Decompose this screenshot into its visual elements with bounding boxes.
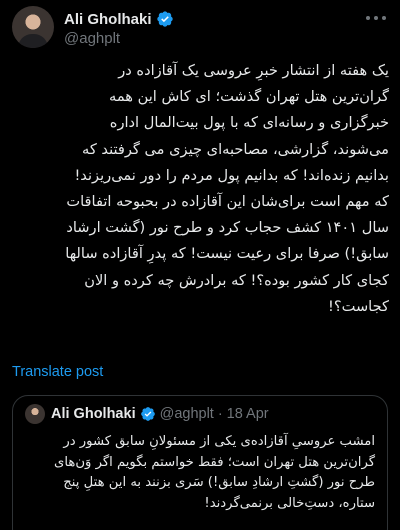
tweet-header: Ali Gholhaki @aghplt (12, 2, 388, 54)
translate-post-link[interactable]: Translate post (12, 364, 103, 380)
avatar-shirt (18, 34, 48, 48)
more-options-icon[interactable] (366, 10, 386, 26)
quoted-author-handle: @aghplt (159, 406, 214, 422)
author-avatar[interactable] (12, 6, 54, 48)
more-dot (382, 16, 386, 20)
quoted-date: 18 Apr (226, 406, 269, 422)
author-name[interactable]: Ali Gholhaki (64, 11, 152, 28)
author-handle[interactable]: @aghplt (64, 30, 120, 47)
quoted-author-avatar (25, 404, 45, 424)
tweet-text: یک هفته از انتشار خبرِ عروسی یک آقازاده … (65, 62, 389, 315)
more-dot (374, 16, 378, 20)
quoted-separator: · (217, 406, 223, 422)
quoted-tweet-header: Ali Gholhaki @aghplt · 18 Apr (25, 404, 269, 424)
quoted-verified-badge-icon (140, 407, 155, 421)
quoted-author-name: Ali Gholhaki (51, 406, 136, 422)
author-name-row: Ali Gholhaki (64, 8, 174, 30)
verified-badge-icon (156, 11, 173, 27)
quoted-tweet-text: امشب عروسیِ آقازاده‌ی یکی از مسئولانِ سا… (54, 434, 375, 511)
more-dot (366, 16, 370, 20)
quoted-tweet[interactable]: Ali Gholhaki @aghplt · 18 Apr امشب عروسی… (12, 395, 388, 530)
